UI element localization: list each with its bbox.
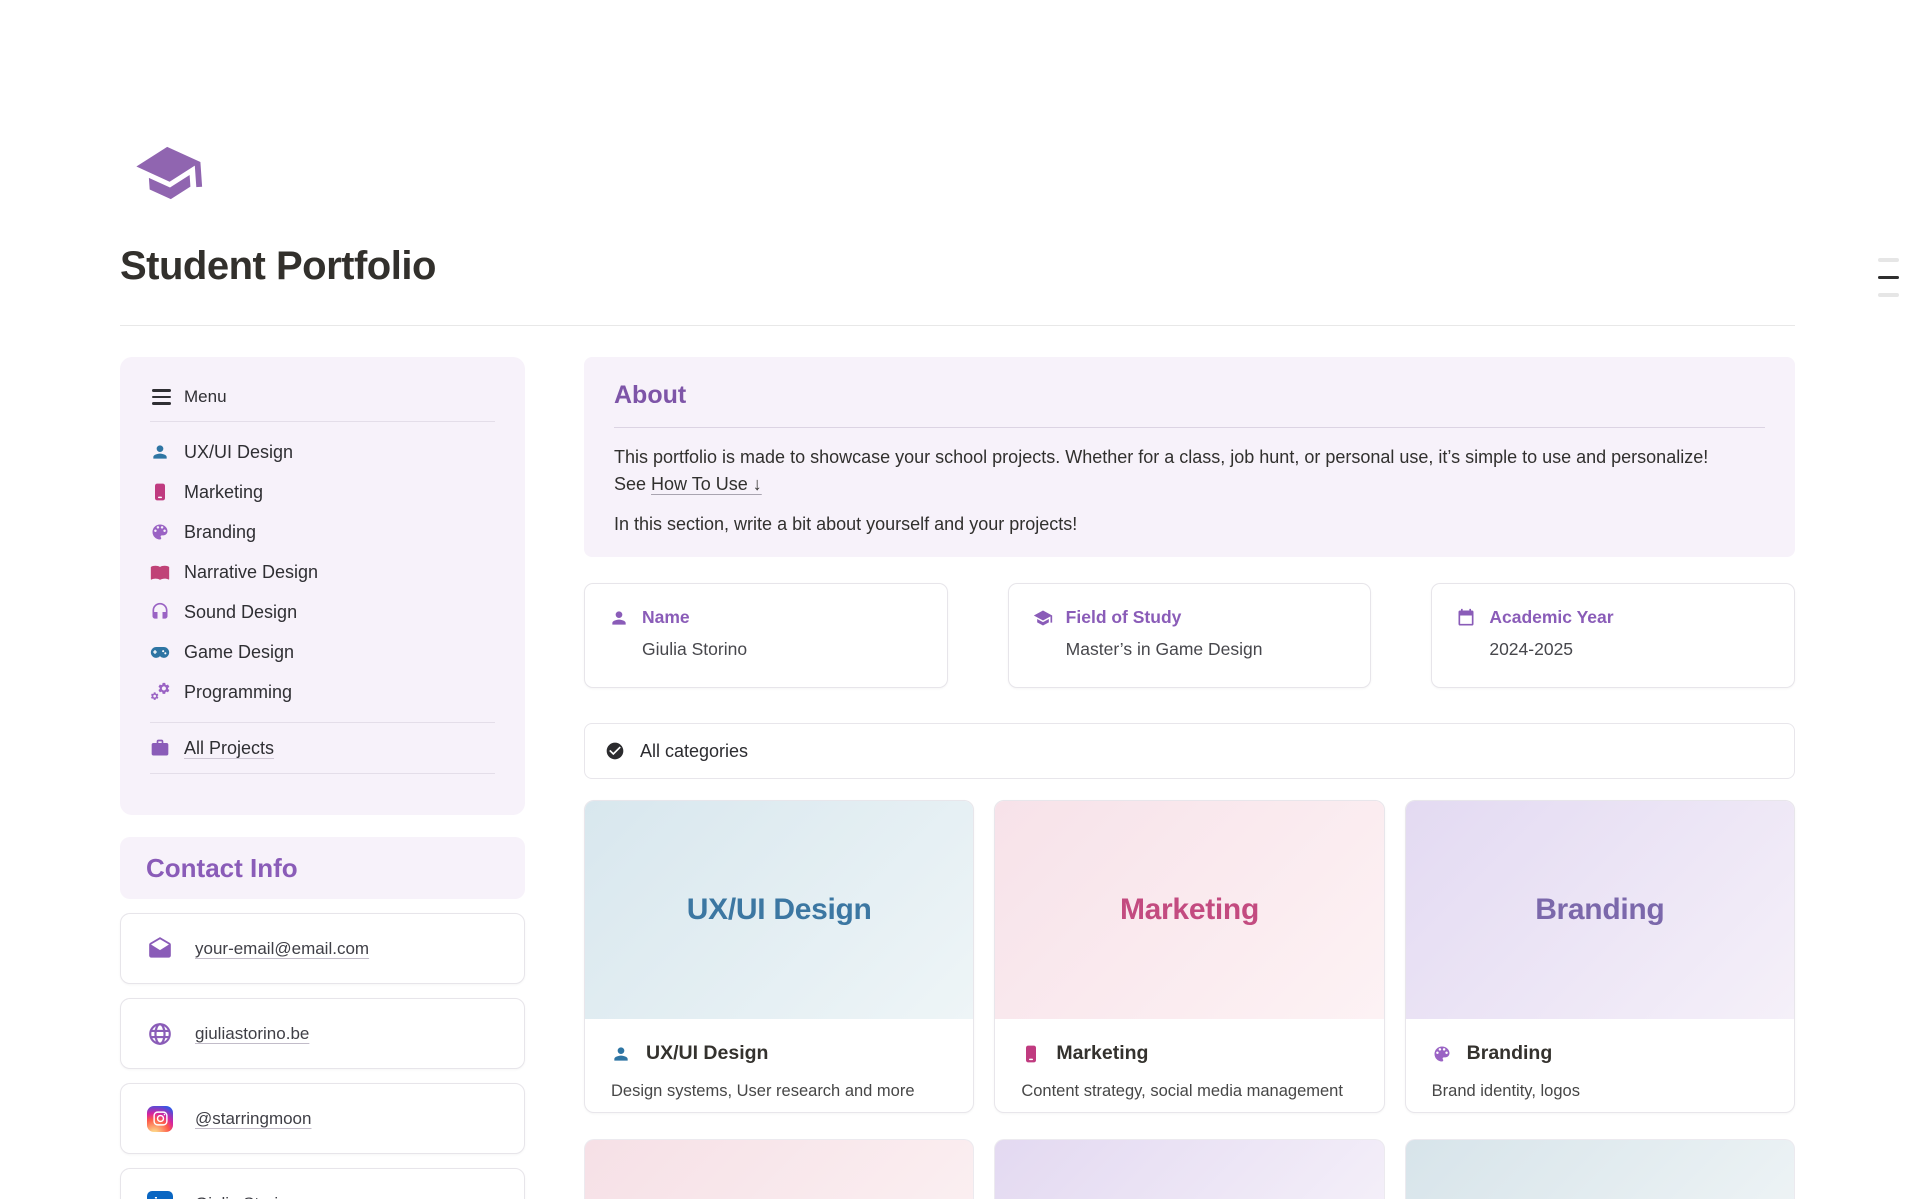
graduation-cap-icon	[120, 135, 219, 211]
how-to-use-link[interactable]: How To Use ↓	[651, 474, 762, 494]
sidebar-item-all-projects[interactable]: All Projects	[150, 726, 495, 770]
header-divider	[120, 325, 1795, 326]
about-intro-text: This portfolio is made to showcase your …	[614, 447, 1708, 494]
category-cards-row: UX/UI Design UX/UI Design Design systems…	[584, 800, 1795, 1113]
outline-bar	[1878, 258, 1899, 262]
category-card-partial[interactable]	[994, 1139, 1384, 1199]
all-projects-section: All Projects	[150, 722, 495, 774]
contact-info-heading: Contact Info	[120, 837, 525, 899]
sidebar-item-marketing[interactable]: Marketing	[150, 472, 495, 512]
instagram-icon	[147, 1106, 173, 1132]
contact-item-linkedin[interactable]: Giulia Storino	[120, 1168, 525, 1199]
category-card-marketing[interactable]: Marketing Marketing Content strategy, so…	[994, 800, 1384, 1113]
menu-label: Menu	[184, 387, 227, 407]
contact-link[interactable]: @starringmoon	[195, 1109, 311, 1129]
contact-link[interactable]: Giulia Storino	[195, 1194, 297, 1199]
person-icon	[611, 1044, 631, 1064]
category-card-branding[interactable]: Branding Branding Brand identity, logos	[1405, 800, 1795, 1113]
open-book-icon	[150, 562, 170, 582]
sidebar-item-label: Narrative Design	[184, 562, 318, 583]
contact-item-instagram[interactable]: @starringmoon	[120, 1083, 525, 1154]
page-outline-indicator[interactable]	[1878, 258, 1899, 297]
category-description: Content strategy, social media managemen…	[1021, 1082, 1357, 1101]
contact-link[interactable]: your-email@email.com	[195, 939, 369, 959]
globe-icon	[147, 1021, 173, 1047]
sidebar-item-branding[interactable]: Branding	[150, 512, 495, 552]
category-name: Marketing	[1056, 1042, 1148, 1065]
field-value: Giulia Storino	[642, 639, 923, 660]
person-icon	[609, 608, 629, 628]
about-section: About This portfolio is made to showcase…	[584, 357, 1795, 557]
profile-info-row: Name Giulia Storino Field of Study Maste…	[584, 583, 1795, 688]
sidebar-item-uxui-design[interactable]: UX/UI Design	[150, 432, 495, 472]
page-title: Student Portfolio	[120, 244, 1795, 289]
palette-icon	[1432, 1044, 1452, 1064]
academic-year-card: Academic Year 2024-2025	[1431, 583, 1795, 688]
field-label: Academic Year	[1489, 607, 1613, 628]
sidebar-item-game-design[interactable]: Game Design	[150, 632, 495, 672]
category-name: UX/UI Design	[646, 1042, 768, 1065]
palette-icon	[150, 522, 170, 542]
category-card-uxui-design[interactable]: UX/UI Design UX/UI Design Design systems…	[584, 800, 974, 1113]
outline-bar-active	[1878, 276, 1899, 280]
gears-icon	[150, 682, 170, 702]
smartphone-icon	[1021, 1044, 1041, 1064]
sidebar-item-label: All Projects	[184, 738, 274, 759]
outline-bar	[1878, 293, 1899, 297]
about-second-paragraph: In this section, write a bit about yours…	[614, 511, 1734, 538]
sidebar: Menu UX/UI Design Marketing Branding	[120, 357, 525, 1199]
check-circle-icon	[605, 741, 625, 761]
portfolio-page: Student Portfolio Menu UX/UI Design	[0, 0, 1920, 1199]
field-value: 2024-2025	[1489, 639, 1770, 660]
hamburger-icon	[152, 389, 171, 405]
card-banner: UX/UI Design	[585, 801, 973, 1019]
menu-header[interactable]: Menu	[150, 383, 495, 421]
field-value: Master’s in Game Design	[1066, 639, 1347, 660]
person-icon	[150, 442, 170, 462]
sidebar-item-label: Sound Design	[184, 602, 297, 623]
smartphone-icon	[150, 482, 170, 502]
card-banner: Marketing	[995, 801, 1383, 1019]
category-description: Design systems, User research and more	[611, 1082, 947, 1101]
graduation-cap-icon	[1033, 608, 1053, 628]
contact-link[interactable]: giuliastorino.be	[195, 1024, 309, 1044]
about-paragraph: This portfolio is made to showcase your …	[614, 444, 1734, 498]
menu-items: UX/UI Design Marketing Branding Narrativ…	[150, 422, 495, 712]
banner-title: Branding	[1535, 893, 1664, 927]
sidebar-item-narrative-design[interactable]: Narrative Design	[150, 552, 495, 592]
main-content: About This portfolio is made to showcase…	[584, 357, 1795, 1199]
gamepad-icon	[150, 642, 170, 662]
sidebar-item-label: Game Design	[184, 642, 294, 663]
sidebar-item-sound-design[interactable]: Sound Design	[150, 592, 495, 632]
contact-item-email[interactable]: your-email@email.com	[120, 913, 525, 984]
calendar-icon	[1456, 608, 1476, 628]
sidebar-item-label: Branding	[184, 522, 256, 543]
category-name: Branding	[1467, 1042, 1553, 1065]
banner-title: UX/UI Design	[687, 893, 872, 927]
contact-item-website[interactable]: giuliastorino.be	[120, 998, 525, 1069]
headphones-icon	[150, 602, 170, 622]
category-filter-bar[interactable]: All categories	[584, 723, 1795, 779]
category-description: Brand identity, logos	[1432, 1082, 1768, 1101]
field-label: Name	[642, 607, 690, 628]
linkedin-icon	[147, 1191, 173, 1199]
name-card: Name Giulia Storino	[584, 583, 948, 688]
sidebar-item-label: Programming	[184, 682, 292, 703]
category-card-partial[interactable]	[1405, 1139, 1795, 1199]
field-label: Field of Study	[1066, 607, 1182, 628]
next-category-row-partial	[584, 1139, 1795, 1199]
category-card-partial[interactable]	[584, 1139, 974, 1199]
filter-label: All categories	[640, 741, 748, 762]
email-icon	[147, 936, 173, 962]
banner-title: Marketing	[1120, 893, 1259, 927]
card-banner: Branding	[1406, 801, 1794, 1019]
field-of-study-card: Field of Study Master’s in Game Design	[1008, 583, 1372, 688]
sidebar-item-label: Marketing	[184, 482, 263, 503]
sidebar-item-programming[interactable]: Programming	[150, 672, 495, 712]
menu-card: Menu UX/UI Design Marketing Branding	[120, 357, 525, 815]
divider	[614, 427, 1765, 428]
sidebar-item-label: UX/UI Design	[184, 442, 293, 463]
briefcase-icon	[150, 738, 170, 758]
about-heading: About	[614, 381, 1765, 410]
